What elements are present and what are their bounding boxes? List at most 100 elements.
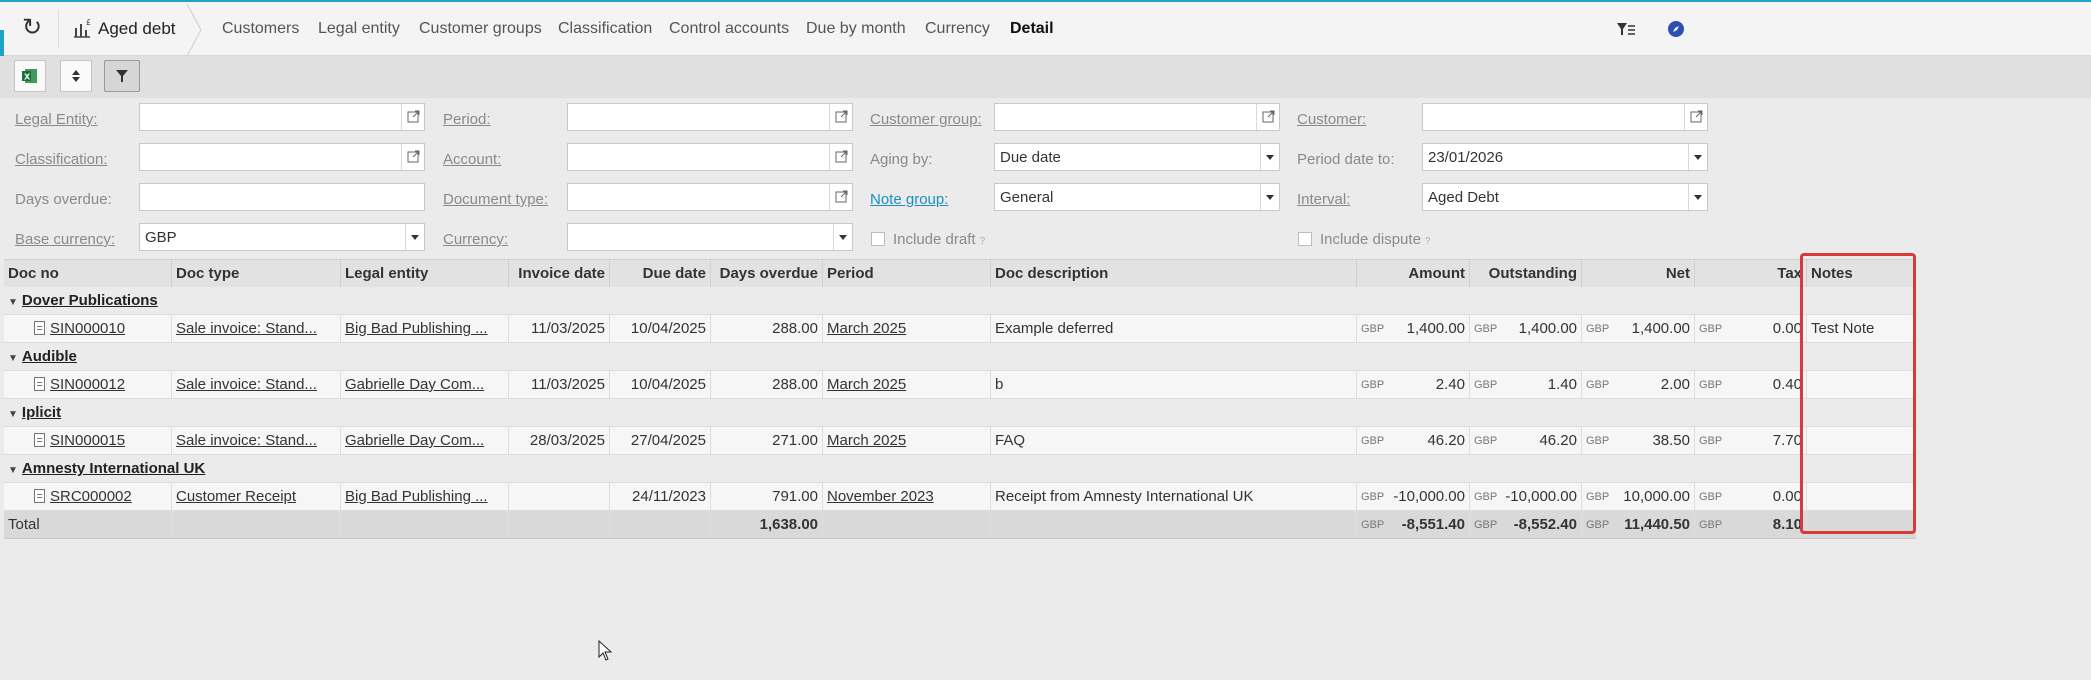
tab-currency[interactable]: Currency	[925, 20, 990, 38]
doc-type-cell[interactable]: Customer Receipt	[172, 483, 341, 510]
period-cell[interactable]: November 2023	[823, 483, 991, 510]
tab-control-accounts[interactable]: Control accounts	[669, 20, 789, 38]
col-header-doc-type[interactable]: Doc type	[172, 260, 341, 287]
period-cell[interactable]: March 2025	[823, 315, 991, 342]
days-overdue-input[interactable]	[139, 183, 425, 211]
excel-export-button[interactable]: X	[14, 60, 46, 92]
group-row[interactable]: ▼ Dover Publications	[4, 287, 1916, 315]
group-label[interactable]: ▼ Iplicit	[8, 399, 61, 426]
doc-no-cell[interactable]: SIN000010	[4, 315, 172, 342]
legal-entity-cell[interactable]: Gabrielle Day Com...	[341, 427, 509, 454]
group-label[interactable]: ▼ Dover Publications	[8, 287, 158, 314]
tab-customers[interactable]: Customers	[222, 20, 299, 38]
legal-entity-cell[interactable]: Gabrielle Day Com...	[341, 371, 509, 398]
chevron-down-icon[interactable]	[1260, 184, 1279, 210]
col-header-tax[interactable]: Tax	[1695, 260, 1807, 287]
help-icon[interactable]: ?	[980, 236, 986, 247]
period-date-to-select[interactable]: 23/01/2026	[1422, 143, 1708, 171]
chevron-down-icon[interactable]	[1688, 184, 1707, 210]
compass-icon[interactable]	[1665, 18, 1687, 40]
table-row[interactable]: SIN000010 Sale invoice: Stand... Big Bad…	[4, 315, 1916, 343]
col-header-doc-no[interactable]: Doc no	[4, 260, 172, 287]
doc-no-cell[interactable]: SIN000015	[4, 427, 172, 454]
period-input[interactable]	[567, 103, 853, 131]
aging-by-select[interactable]: Due date	[994, 143, 1280, 171]
filter-toggle-button[interactable]	[104, 60, 140, 92]
col-header-period[interactable]: Period	[823, 260, 991, 287]
base-currency-select[interactable]: GBP	[139, 223, 425, 251]
note-group-select[interactable]: General	[994, 183, 1280, 211]
open-link-icon[interactable]	[829, 144, 852, 170]
period-label[interactable]: Period:	[443, 111, 491, 128]
doc-type-cell[interactable]: Sale invoice: Stand...	[172, 371, 341, 398]
account-input[interactable]	[567, 143, 853, 171]
sort-button[interactable]	[60, 60, 92, 92]
tab-detail[interactable]: Detail	[1010, 20, 1054, 38]
currency-select[interactable]	[567, 223, 853, 251]
open-link-icon[interactable]	[829, 104, 852, 130]
col-header-net[interactable]: Net	[1582, 260, 1695, 287]
col-header-due-date[interactable]: Due date	[610, 260, 711, 287]
group-row[interactable]: ▼ Amnesty International UK	[4, 455, 1916, 483]
customer-label[interactable]: Customer:	[1297, 111, 1366, 128]
chevron-down-icon[interactable]	[833, 224, 852, 250]
customer-group-input[interactable]	[994, 103, 1280, 131]
legal-entity-input[interactable]	[139, 103, 425, 131]
include-draft-checkbox[interactable]	[871, 232, 885, 246]
collapse-triangle-icon[interactable]: ▼	[8, 297, 18, 308]
base-currency-label[interactable]: Base currency:	[15, 231, 115, 248]
col-header-invoice-date[interactable]: Invoice date	[509, 260, 610, 287]
collapse-triangle-icon[interactable]: ▼	[8, 409, 18, 420]
include-dispute-checkbox[interactable]	[1298, 232, 1312, 246]
doc-type-cell[interactable]: Sale invoice: Stand...	[172, 315, 341, 342]
group-row[interactable]: ▼ Audible	[4, 343, 1916, 371]
note-group-label[interactable]: Note group:	[870, 191, 948, 208]
col-header-days-overdue[interactable]: Days overdue	[711, 260, 823, 287]
col-header-legal-entity[interactable]: Legal entity	[341, 260, 509, 287]
filter-list-icon[interactable]	[1615, 18, 1637, 40]
interval-select[interactable]: Aged Debt	[1422, 183, 1708, 211]
group-label[interactable]: ▼ Audible	[8, 343, 77, 370]
group-label[interactable]: ▼ Amnesty International UK	[8, 455, 205, 482]
period-cell[interactable]: March 2025	[823, 427, 991, 454]
tab-legal-entity[interactable]: Legal entity	[318, 20, 400, 38]
tab-due-by-month[interactable]: Due by month	[806, 20, 906, 38]
customer-input[interactable]	[1422, 103, 1708, 131]
chevron-down-icon[interactable]	[1688, 144, 1707, 170]
table-row[interactable]: SRC000002 Customer Receipt Big Bad Publi…	[4, 483, 1916, 511]
interval-label[interactable]: Interval:	[1297, 191, 1350, 208]
col-header-outstanding[interactable]: Outstanding	[1470, 260, 1582, 287]
period-cell[interactable]: March 2025	[823, 371, 991, 398]
document-type-label[interactable]: Document type:	[443, 191, 548, 208]
legal-entity-cell[interactable]: Big Bad Publishing ...	[341, 483, 509, 510]
table-row[interactable]: SIN000012 Sale invoice: Stand... Gabriel…	[4, 371, 1916, 399]
doc-no-cell[interactable]: SIN000012	[4, 371, 172, 398]
col-header-doc-description[interactable]: Doc description	[991, 260, 1357, 287]
open-link-icon[interactable]	[829, 184, 852, 210]
tab-customer-groups[interactable]: Customer groups	[419, 20, 542, 38]
col-header-amount[interactable]: Amount	[1357, 260, 1470, 287]
classification-label[interactable]: Classification:	[15, 151, 108, 168]
tab-classification[interactable]: Classification	[558, 20, 652, 38]
help-icon[interactable]: ?	[1425, 236, 1431, 247]
table-row[interactable]: SIN000015 Sale invoice: Stand... Gabriel…	[4, 427, 1916, 455]
group-row[interactable]: ▼ Iplicit	[4, 399, 1916, 427]
legal-entity-label[interactable]: Legal Entity:	[15, 111, 98, 128]
refresh-icon[interactable]: ↻	[20, 16, 44, 40]
open-link-icon[interactable]	[401, 104, 424, 130]
open-link-icon[interactable]	[401, 144, 424, 170]
collapse-triangle-icon[interactable]: ▼	[8, 465, 18, 476]
legal-entity-cell[interactable]: Big Bad Publishing ...	[341, 315, 509, 342]
chevron-down-icon[interactable]	[405, 224, 424, 250]
account-label[interactable]: Account:	[443, 151, 501, 168]
collapse-triangle-icon[interactable]: ▼	[8, 353, 18, 364]
document-type-input[interactable]	[567, 183, 853, 211]
open-link-icon[interactable]	[1256, 104, 1279, 130]
open-link-icon[interactable]	[1684, 104, 1707, 130]
customer-group-label[interactable]: Customer group:	[870, 111, 982, 128]
currency-label[interactable]: Currency:	[443, 231, 508, 248]
doc-type-cell[interactable]: Sale invoice: Stand...	[172, 427, 341, 454]
doc-no-cell[interactable]: SRC000002	[4, 483, 172, 510]
chevron-down-icon[interactable]	[1260, 144, 1279, 170]
classification-input[interactable]	[139, 143, 425, 171]
